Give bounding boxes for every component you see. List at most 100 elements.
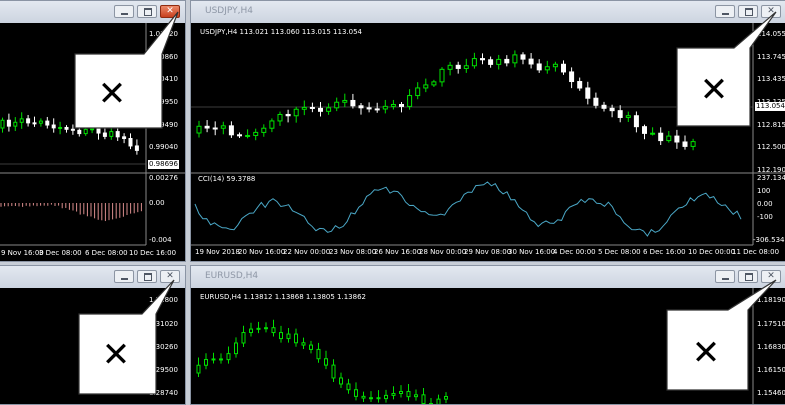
candle-body — [374, 108, 380, 111]
candle-body — [256, 327, 261, 330]
candle-body — [293, 108, 299, 117]
time-scale-label: 22 Nov 00:00 — [283, 248, 331, 256]
candle-body — [301, 342, 306, 346]
candle-body — [544, 66, 550, 71]
candle-body — [19, 118, 24, 123]
symbol-info-line: USDJPY,H4 113.021 113.060 113.015 113.05… — [200, 28, 362, 36]
candle-body — [316, 348, 321, 360]
time-scale-label: 23 Nov 08:00 — [329, 248, 377, 256]
price-scale-label: 112.500 — [757, 143, 785, 151]
candle-body — [528, 58, 534, 65]
candle-body — [331, 364, 336, 379]
cci-scale-label: 100 — [757, 187, 771, 195]
candle-body — [391, 393, 396, 396]
time-scale-label: 10 Dec 00:00 — [688, 248, 736, 256]
candle-body — [0, 119, 5, 129]
candle-body — [421, 394, 426, 404]
candle-body — [219, 358, 223, 361]
close-icon: ✕ — [700, 70, 729, 110]
close-icon: ✕ — [692, 333, 721, 373]
candle-body — [488, 59, 494, 65]
candle-body — [109, 131, 114, 137]
candle-body — [38, 120, 43, 124]
candle-body — [512, 54, 518, 64]
candle-body — [520, 54, 526, 60]
price-scale-label: 112.190 — [757, 166, 785, 174]
cci-scale-label: 237.134 — [757, 174, 785, 182]
candle-body — [561, 63, 566, 73]
candle-body — [423, 84, 429, 89]
cci-scale-label: 0.00 — [149, 199, 165, 207]
candle-body — [593, 97, 599, 106]
candle-body — [228, 125, 234, 136]
candle-body — [463, 65, 469, 69]
candle-body — [407, 95, 413, 107]
candle-body — [286, 333, 291, 340]
candle-body — [301, 106, 307, 110]
candle-body — [226, 353, 231, 361]
candle-body — [261, 127, 267, 133]
candle-body — [339, 377, 343, 385]
candle-body — [354, 389, 358, 397]
candle-body — [444, 396, 448, 400]
candle-body — [382, 105, 388, 110]
cci-scale-label: -0.004 — [149, 236, 172, 244]
candle-body — [309, 106, 315, 109]
candle-body — [406, 390, 411, 398]
candle-body — [577, 81, 583, 89]
candle-body — [617, 110, 623, 118]
candle-body — [253, 131, 259, 136]
candle-body — [102, 132, 107, 137]
candle-body — [271, 327, 276, 334]
candle-body — [264, 327, 268, 330]
close-callout-eurusd: ✕ — [666, 279, 777, 391]
candle-body — [399, 103, 404, 107]
time-scale-label: 11 Dec 08:00 — [732, 248, 780, 256]
cci-line — [194, 181, 742, 237]
cci-scale-label: -306.5346 — [753, 236, 785, 244]
candle-body — [334, 101, 340, 109]
candle-body — [294, 333, 298, 344]
candle-body — [674, 135, 680, 143]
candle-body — [569, 71, 575, 83]
candle-body — [350, 99, 356, 107]
candle-body — [279, 332, 283, 340]
window-title: EURUSD,H4 — [205, 271, 259, 281]
candle-body — [496, 58, 502, 65]
candle-body — [399, 390, 403, 395]
candle-body — [26, 118, 31, 124]
candle-body — [480, 58, 485, 61]
candle-body — [552, 63, 558, 68]
cci-scale-label: 0.00 — [757, 200, 773, 208]
candle-body — [212, 127, 218, 130]
close-callout-usdjpy: ✕ — [676, 11, 777, 127]
time-scale-label: 30 Nov 16:00 — [508, 248, 556, 256]
candle-body — [326, 107, 332, 112]
time-scale-label: 4 Dec 00:00 — [553, 248, 596, 256]
time-scale-label: 26 Nov 16:00 — [374, 248, 422, 256]
candle-body — [115, 131, 120, 138]
candle-body — [439, 68, 445, 83]
time-scale-label: 9 Nov 16:00 — [1, 249, 44, 257]
candle-body — [269, 120, 275, 129]
window-title: USDJPY,H4 — [205, 6, 253, 16]
candle-body — [504, 58, 510, 64]
candle-body — [682, 141, 688, 147]
candle-body — [369, 397, 373, 400]
close-icon: ✕ — [102, 335, 131, 375]
candle-body — [220, 125, 226, 129]
candle-body — [690, 141, 696, 147]
candle-body — [361, 395, 366, 399]
candle-body — [122, 136, 127, 140]
time-scale-label: 3 Dec 08:00 — [39, 249, 82, 257]
candle-body — [45, 120, 50, 126]
candle-body — [585, 87, 591, 99]
time-scale-label: 29 Nov 08:00 — [464, 248, 512, 256]
cci-indicator-label: CCI(14) 59.3788 — [198, 175, 256, 183]
close-callout-top-left: ✕ — [74, 11, 179, 129]
candle-body — [318, 107, 323, 112]
candle-body — [414, 394, 418, 398]
candle-body — [633, 115, 639, 128]
candle-body — [128, 138, 133, 147]
time-scale-label: 20 Nov 16:00 — [238, 248, 286, 256]
